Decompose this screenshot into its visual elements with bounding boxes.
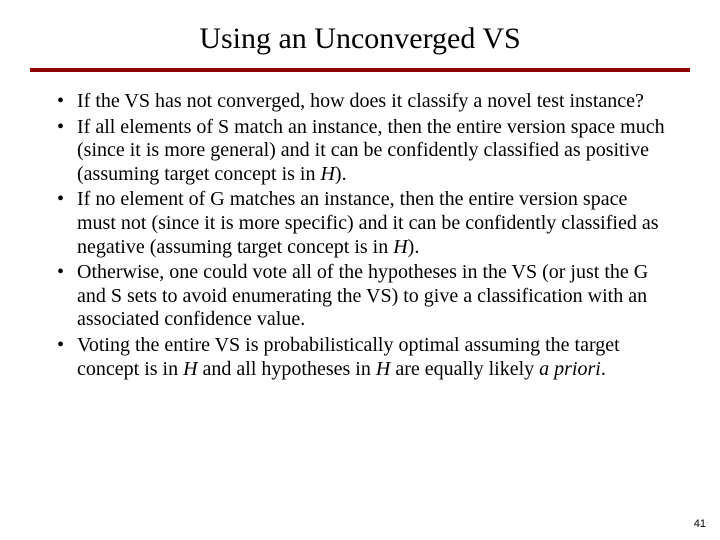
bullet-text: . [601, 358, 606, 380]
bullet-list: If the VS has not converged, how does it… [55, 90, 665, 381]
italic-text: H [393, 236, 407, 258]
bullet-text: and all hypotheses in [198, 358, 376, 380]
bullet-text: If no element of G matches an instance, … [77, 188, 659, 257]
bullet-text: If all elements of S match an instance, … [77, 116, 665, 185]
italic-text: a priori [539, 358, 601, 380]
bullet-text: Otherwise, one could vote all of the hyp… [77, 261, 648, 330]
bullet-text: ). [335, 163, 347, 185]
list-item: If the VS has not converged, how does it… [55, 90, 665, 114]
bullet-text: If the VS has not converged, how does it… [77, 90, 644, 112]
list-item: If no element of G matches an instance, … [55, 188, 665, 259]
italic-text: H [183, 358, 197, 380]
italic-text: H [376, 358, 390, 380]
slide-body: If the VS has not converged, how does it… [0, 90, 720, 381]
list-item: Otherwise, one could vote all of the hyp… [55, 261, 665, 332]
slide-title: Using an Unconverged VS [0, 0, 720, 68]
page-number: 41 [694, 518, 706, 530]
slide: Using an Unconverged VS If the VS has no… [0, 0, 720, 540]
bullet-text: ). [408, 236, 420, 258]
list-item: If all elements of S match an instance, … [55, 116, 665, 187]
italic-text: H [320, 163, 334, 185]
list-item: Voting the entire VS is probabilisticall… [55, 334, 665, 381]
bullet-text: are equally likely [390, 358, 539, 380]
title-rule [30, 68, 690, 72]
